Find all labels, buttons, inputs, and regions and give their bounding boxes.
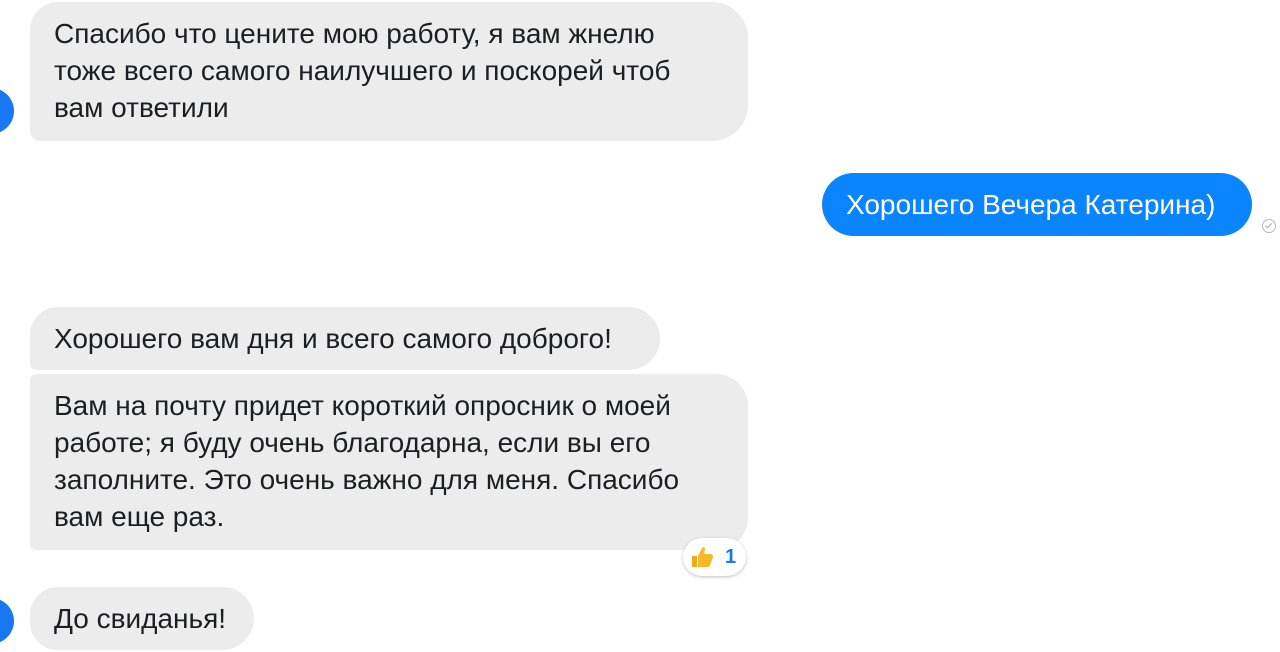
message-text: До свиданья! xyxy=(54,603,227,634)
contact-avatar[interactable] xyxy=(0,88,14,134)
incoming-message-bubble[interactable]: Спасибо что цените мою работу, я вам жне… xyxy=(30,2,748,141)
message-text: Хорошего Вечера Катерина) xyxy=(846,189,1216,220)
incoming-message-bubble[interactable]: Хорошего вам дня и всего самого доброго! xyxy=(30,307,660,370)
message-text: Спасибо что цените мою работу, я вам жне… xyxy=(54,18,671,123)
message-text: Вам на почту придет короткий опросник о … xyxy=(54,390,680,532)
reaction-badge[interactable]: 1 xyxy=(683,538,747,576)
incoming-message-bubble[interactable]: До свиданья! xyxy=(30,587,254,650)
reaction-count: 1 xyxy=(725,545,737,568)
outgoing-message-bubble[interactable]: Хорошего Вечера Катерина) xyxy=(822,173,1252,236)
thumbs-up-icon xyxy=(692,547,714,567)
delivered-check-icon xyxy=(1262,219,1276,233)
incoming-message-bubble[interactable]: Вам на почту придет короткий опросник о … xyxy=(30,374,748,550)
message-text: Хорошего вам дня и всего самого доброго! xyxy=(54,323,612,354)
contact-avatar[interactable] xyxy=(0,598,14,644)
chat-thread: Спасибо что цените мою работу, я вам жне… xyxy=(0,0,1280,652)
